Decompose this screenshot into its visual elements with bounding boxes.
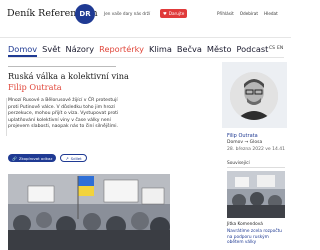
nav-item-mesto[interactable]: Město — [207, 44, 232, 57]
article-perex: Mnozí Rusové a Bělorusové žijící v ČR pr… — [8, 98, 119, 130]
header-links: Přihlásit Odebírat Hledat — [217, 11, 278, 16]
article-author[interactable]: Filip Outrata — [8, 82, 62, 92]
nav-item-klima[interactable]: Klima — [149, 44, 172, 57]
nav-item-svet[interactable]: Svět — [42, 44, 60, 57]
related-photo — [227, 171, 285, 218]
title-rule — [8, 66, 116, 67]
perex-divider — [6, 98, 7, 136]
share-icon: ↗ — [65, 155, 69, 161]
site-header: Deník Referendum DR Jen vaše dary nás dr… — [0, 0, 291, 38]
related-heading: Související — [227, 161, 250, 166]
copy-link-label: Zkopírovat odkaz — [18, 155, 53, 161]
heart-icon: ♥ — [163, 11, 167, 16]
main-nav: Domov Svět Názory Reportérky Klima Bečva… — [8, 44, 268, 57]
author-portrait[interactable] — [230, 72, 278, 120]
nav-item-reporterky[interactable]: Reportérky — [99, 44, 144, 57]
logo[interactable]: DR — [75, 4, 95, 24]
sidebar-date: 28. března 2022 ve 14.41 — [227, 147, 285, 152]
related-card-title[interactable]: Navrátíme zcela rozpočtu na podporu rusk… — [227, 229, 285, 246]
lang-cs[interactable]: CS — [269, 46, 275, 51]
author-photo — [230, 72, 278, 120]
share-button[interactable]: ↗ Sdílet — [60, 154, 87, 162]
related-divider — [227, 167, 285, 168]
related-card-author: Jitka Komendová — [227, 222, 263, 227]
donate-button-label: Darujte — [168, 11, 185, 16]
sidebar-author-name[interactable]: Filip Outrata — [227, 133, 258, 139]
nav-item-domov[interactable]: Domov — [8, 44, 38, 57]
lang-en[interactable]: EN — [277, 46, 283, 51]
subscribe-link[interactable]: Odebírat — [240, 11, 258, 16]
share-label: Sdílet — [70, 155, 82, 161]
article-hero-image — [8, 174, 170, 250]
language-switch: CS EN — [269, 46, 283, 51]
login-link[interactable]: Přihlásit — [217, 11, 234, 16]
nav-item-becva[interactable]: Bečva — [177, 44, 202, 57]
related-thumbnail[interactable] — [227, 171, 285, 218]
nav-item-podcast[interactable]: Podcast — [237, 44, 269, 57]
link-icon: 🔗 — [12, 155, 17, 161]
nav-divider — [8, 57, 284, 58]
copy-link-button[interactable]: 🔗 Zkopírovat odkaz — [8, 154, 57, 162]
share-chips: 🔗 Zkopírovat odkaz ↗ Sdílet — [8, 154, 87, 162]
promo-text: Jen vaše dary nás drží — [104, 11, 151, 16]
donate-button[interactable]: ♥ Darujte — [160, 9, 188, 18]
article-title: Ruská válka a kolektivní vina — [8, 71, 129, 81]
sidebar-category: Domov → Glosa — [227, 140, 263, 145]
search-link[interactable]: Hledat — [264, 11, 278, 16]
protest-photo — [8, 174, 170, 250]
nav-item-nazory[interactable]: Názory — [65, 44, 94, 57]
